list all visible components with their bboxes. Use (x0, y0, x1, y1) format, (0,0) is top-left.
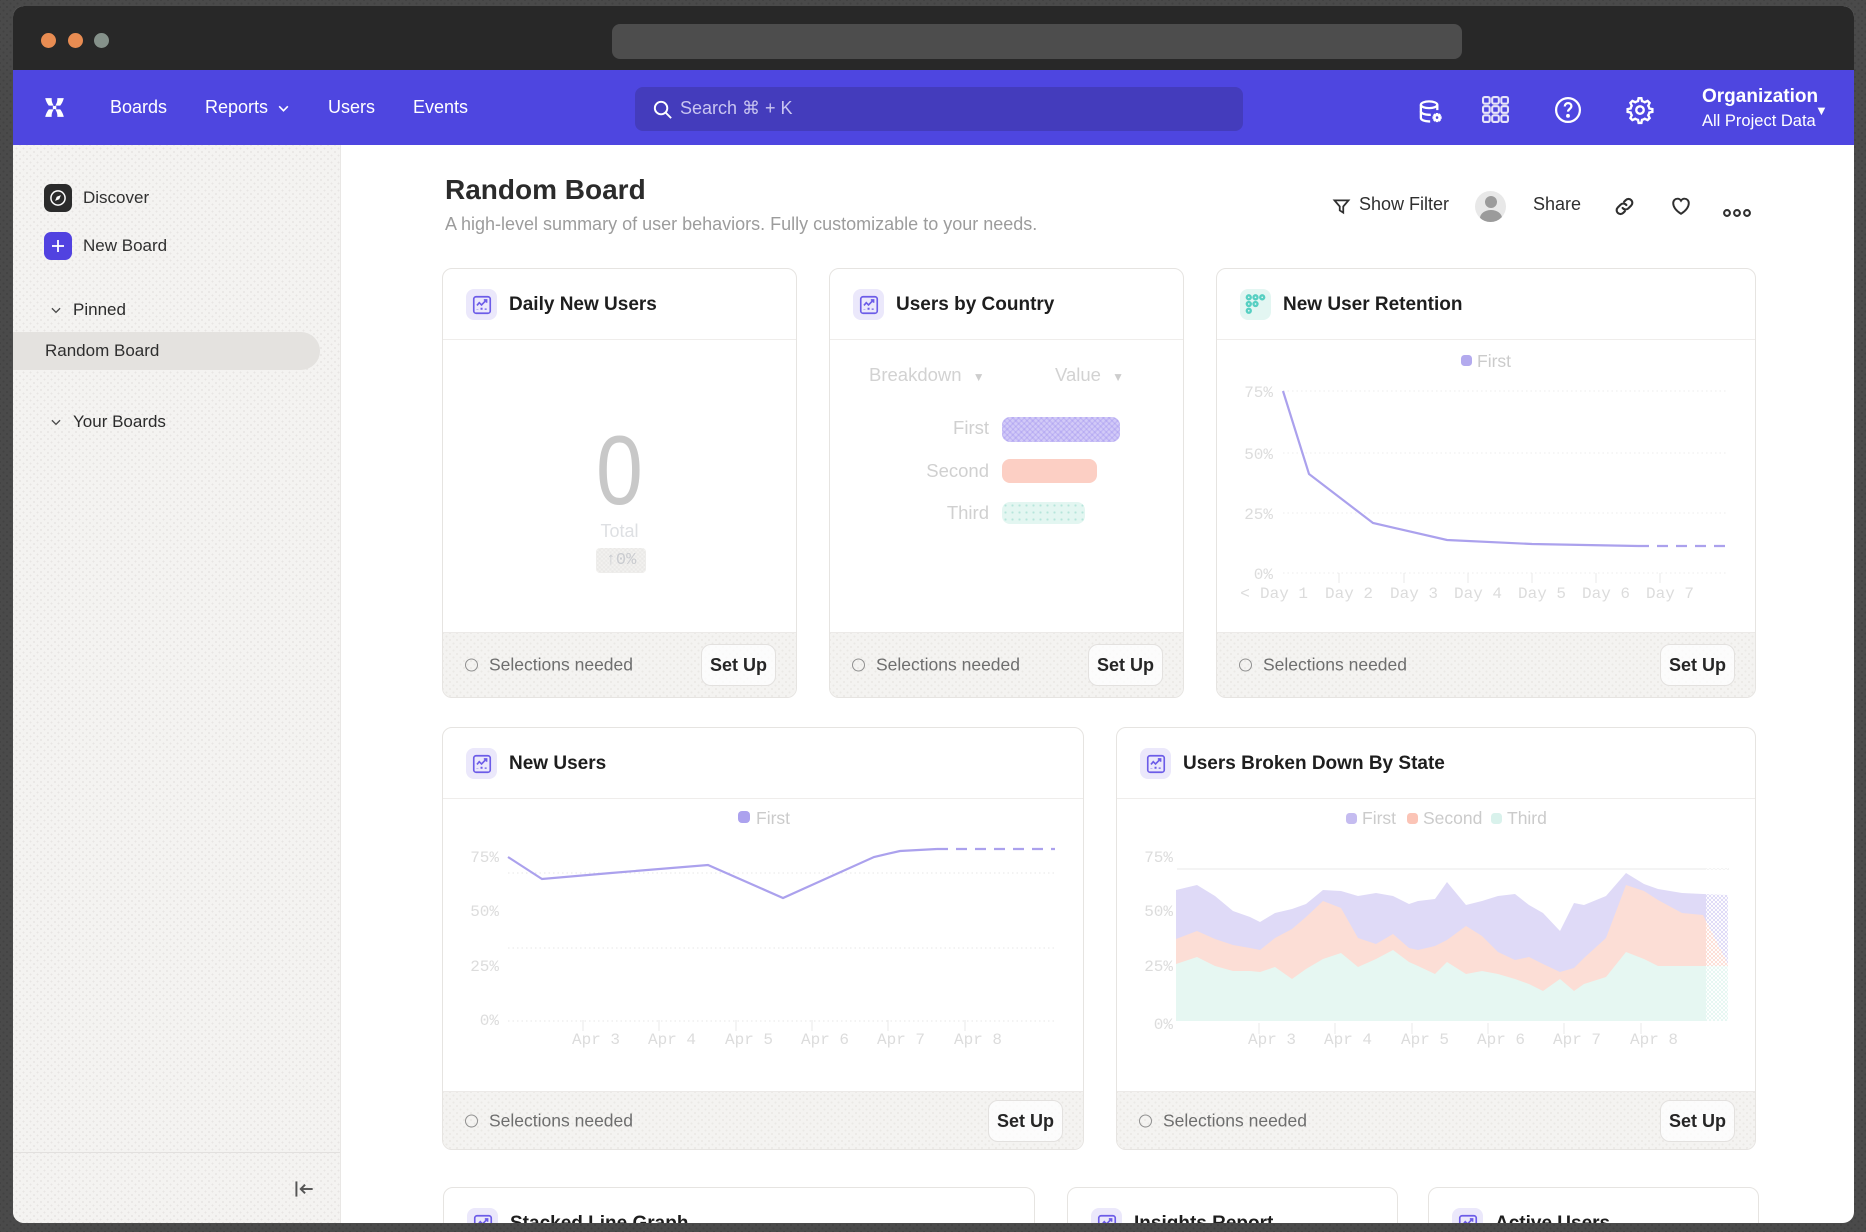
svg-text:Day 1: Day 1 (1260, 585, 1308, 603)
svg-text:75%: 75% (1244, 384, 1273, 402)
svg-text:25%: 25% (1144, 958, 1173, 976)
svg-text:Apr 6: Apr 6 (801, 1031, 849, 1049)
svg-text:Apr 4: Apr 4 (1324, 1031, 1372, 1049)
svg-text:Apr 5: Apr 5 (1401, 1031, 1449, 1049)
svg-text:Apr 4: Apr 4 (648, 1031, 696, 1049)
svg-text:Apr 3: Apr 3 (1248, 1031, 1296, 1049)
svg-text:First: First (1362, 808, 1396, 828)
svg-text:50%: 50% (1244, 446, 1273, 464)
svg-text:<: < (1240, 585, 1250, 603)
svg-text:50%: 50% (470, 903, 499, 921)
svg-text:75%: 75% (1144, 849, 1173, 867)
svg-text:Day 2: Day 2 (1325, 585, 1373, 603)
svg-text:Apr 8: Apr 8 (954, 1031, 1002, 1049)
svg-text:Day 5: Day 5 (1518, 585, 1566, 603)
svg-text:75%: 75% (470, 849, 499, 867)
svg-text:Apr 5: Apr 5 (725, 1031, 773, 1049)
svg-text:Apr 3: Apr 3 (572, 1031, 620, 1049)
svg-text:Apr 7: Apr 7 (877, 1031, 925, 1049)
svg-text:Apr 8: Apr 8 (1630, 1031, 1678, 1049)
svg-text:Day 7: Day 7 (1646, 585, 1694, 603)
svg-text:First: First (756, 808, 790, 828)
svg-text:Day 3: Day 3 (1390, 585, 1438, 603)
svg-text:Day 4: Day 4 (1454, 585, 1502, 603)
svg-text:Third: Third (1507, 808, 1547, 828)
svg-text:Apr 6: Apr 6 (1477, 1031, 1525, 1049)
svg-text:25%: 25% (1244, 506, 1273, 524)
svg-text:Day 6: Day 6 (1582, 585, 1630, 603)
svg-text:Second: Second (1423, 808, 1482, 828)
svg-text:Apr 7: Apr 7 (1553, 1031, 1601, 1049)
svg-text:0%: 0% (1254, 566, 1274, 584)
svg-text:First: First (1477, 351, 1511, 371)
svg-text:0%: 0% (1154, 1016, 1174, 1034)
svg-text:25%: 25% (470, 958, 499, 976)
svg-text:50%: 50% (1144, 903, 1173, 921)
svg-text:0%: 0% (480, 1012, 500, 1030)
